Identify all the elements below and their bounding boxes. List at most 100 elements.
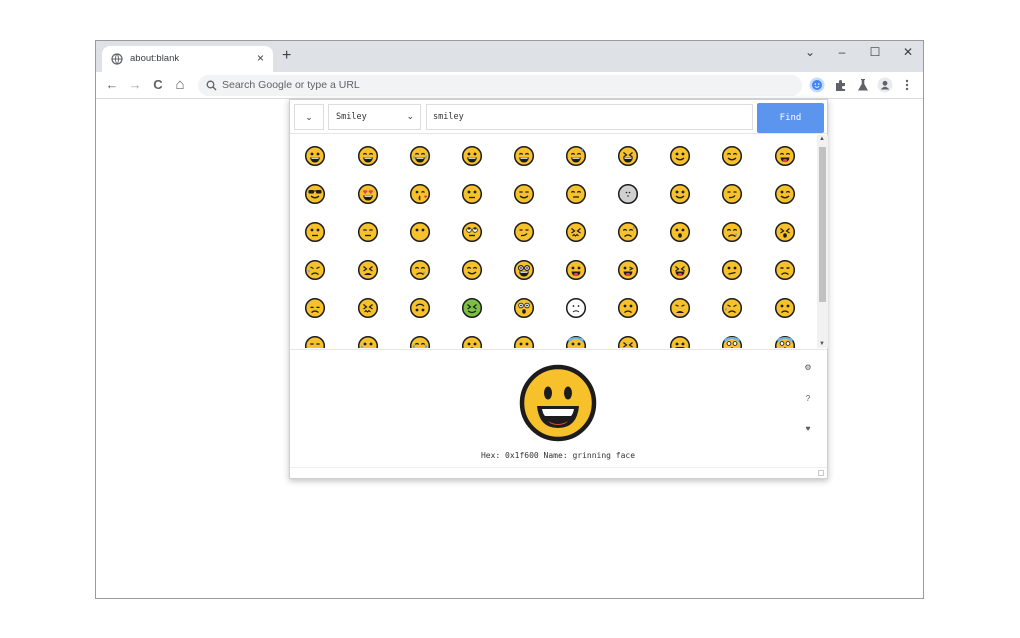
kiss-emoji-icon[interactable] (409, 183, 431, 205)
tongue-emoji-icon[interactable] (565, 259, 587, 281)
puzzle-icon[interactable] (833, 77, 849, 93)
minimize-button[interactable]: – (834, 45, 850, 59)
sob-emoji-icon[interactable] (409, 335, 431, 348)
triumph-emoji-icon[interactable] (304, 335, 326, 348)
expressionless-emoji-icon[interactable] (357, 221, 379, 243)
menu-icon[interactable] (899, 77, 915, 93)
smirk-emoji-icon[interactable] (721, 183, 743, 205)
grin-big-emoji-icon[interactable] (357, 145, 379, 167)
forward-button[interactable]: → (127, 77, 143, 93)
mode-dropdown[interactable]: ⌄ (294, 104, 324, 130)
find-button[interactable]: Find (757, 103, 824, 133)
heart-eyes-emoji-icon[interactable] (357, 183, 379, 205)
smile-open-emoji-icon[interactable] (461, 145, 483, 167)
new-tab-button[interactable]: + (282, 48, 291, 64)
settings-icon[interactable]: ⚙ (803, 363, 813, 372)
laughing-emoji-icon[interactable] (617, 145, 639, 167)
squint-emoji-icon[interactable] (513, 183, 535, 205)
slight-emoji-icon[interactable] (669, 145, 691, 167)
home-button[interactable]: ⌂ (172, 77, 188, 93)
hushed-emoji-icon[interactable] (669, 221, 691, 243)
unamused-emoji-icon[interactable] (774, 259, 796, 281)
emoji-grid-scrollbar[interactable]: ▲ ▼ (817, 135, 828, 348)
frown-outline-emoji-icon[interactable] (565, 297, 587, 319)
search-icon (206, 80, 217, 91)
sleepy-emoji-icon[interactable] (721, 221, 743, 243)
popup-footer (290, 467, 827, 479)
tab-about-blank[interactable]: about:blank × (102, 46, 273, 72)
wink-emoji-icon[interactable] (774, 183, 796, 205)
browser-window: about:blank × + ⌄ – ☐ ✕ ← → C ⌂ Search G… (95, 40, 924, 599)
back-button[interactable]: ← (104, 77, 120, 93)
sunglasses-emoji-icon[interactable] (304, 183, 326, 205)
fearful-emoji-icon[interactable] (565, 335, 587, 348)
profile-icon[interactable] (877, 77, 893, 93)
sleepy-emoji-icon[interactable] (409, 259, 431, 281)
no-mouth-emoji-icon[interactable] (409, 221, 431, 243)
disappointed-emoji-icon[interactable] (721, 297, 743, 319)
address-bar[interactable]: Search Google or type a URL (198, 75, 802, 96)
small-emoji-icon[interactable] (617, 183, 639, 205)
scroll-up-icon[interactable]: ▲ (819, 136, 825, 142)
joy-emoji-icon[interactable] (409, 145, 431, 167)
grimace-emoji-icon[interactable] (669, 335, 691, 348)
disappointed-emoji-icon[interactable] (304, 259, 326, 281)
neutral-emoji-icon[interactable] (304, 221, 326, 243)
worried-emoji-icon[interactable] (774, 297, 796, 319)
persevere-emoji-icon[interactable] (565, 221, 587, 243)
favorite-icon[interactable]: ♥ (803, 424, 813, 433)
grinning-face-preview-icon (519, 364, 597, 442)
maximize-button[interactable]: ☐ (867, 45, 883, 59)
scroll-down-icon[interactable]: ▼ (819, 341, 825, 347)
scrollbar-thumb[interactable] (819, 147, 826, 302)
astonished-emoji-icon[interactable] (513, 297, 535, 319)
popup-controls: ⌄ Smiley ⌄ smiley Find (290, 100, 827, 134)
smile-emoji-icon[interactable] (513, 145, 535, 167)
sweat-emoji-icon[interactable] (565, 145, 587, 167)
toolbar: ← → C ⌂ Search Google or type a URL (96, 72, 923, 99)
winky-tongue-emoji-icon[interactable] (617, 259, 639, 281)
rolling-eyes-emoji-icon[interactable] (461, 221, 483, 243)
anguish-emoji-icon[interactable] (513, 335, 535, 348)
pensive-emoji-icon[interactable] (304, 297, 326, 319)
sad-sweat-emoji-icon[interactable] (617, 221, 639, 243)
close-window-button[interactable]: ✕ (900, 45, 916, 59)
tab-search-icon[interactable]: ⌄ (802, 45, 818, 59)
category-value: Smiley (336, 112, 367, 122)
scream-emoji-icon[interactable] (774, 335, 796, 348)
nerd-emoji-icon[interactable] (513, 259, 535, 281)
sad-emoji-icon[interactable] (617, 297, 639, 319)
tired-emoji-icon[interactable] (774, 221, 796, 243)
smirk-emoji-icon[interactable] (513, 221, 535, 243)
chevron-down-icon: ⌄ (406, 111, 414, 121)
blush-emoji-icon[interactable] (721, 145, 743, 167)
cry-emoji-icon[interactable] (357, 335, 379, 348)
frown-emoji-icon[interactable] (669, 297, 691, 319)
emoji-grid (290, 135, 817, 348)
weary-emoji-icon[interactable] (357, 259, 379, 281)
category-select[interactable]: Smiley ⌄ (328, 104, 421, 130)
confounded-emoji-icon[interactable] (357, 297, 379, 319)
globe-icon (111, 53, 123, 65)
flask-icon[interactable] (855, 77, 871, 93)
emoji-popup: ⌄ Smiley ⌄ smiley Find ▲ ▼ Hex: 0x1f600 … (289, 99, 828, 479)
emoji-search-input[interactable]: smiley (426, 104, 753, 130)
help-icon[interactable]: ? (803, 394, 813, 403)
tab-close-icon[interactable]: × (257, 51, 264, 65)
weary-emoji-icon[interactable] (617, 335, 639, 348)
scream-emoji-icon[interactable] (721, 335, 743, 348)
slight-emoji-icon[interactable] (669, 183, 691, 205)
relieved-emoji-icon[interactable] (461, 259, 483, 281)
upside-emoji-icon[interactable] (409, 297, 431, 319)
frown-open-emoji-icon[interactable] (461, 335, 483, 348)
confused-emoji-icon[interactable] (721, 259, 743, 281)
resize-grip-icon[interactable] (818, 470, 824, 476)
neutral-emoji-icon[interactable] (461, 183, 483, 205)
grinning-emoji-icon[interactable] (304, 145, 326, 167)
reload-button[interactable]: C (150, 77, 166, 93)
yum-emoji-icon[interactable] (774, 145, 796, 167)
closed-tongue-emoji-icon[interactable] (669, 259, 691, 281)
smirk-closed-emoji-icon[interactable] (565, 183, 587, 205)
emoji-extension-icon[interactable] (809, 77, 825, 93)
nauseated-emoji-icon[interactable] (461, 297, 483, 319)
